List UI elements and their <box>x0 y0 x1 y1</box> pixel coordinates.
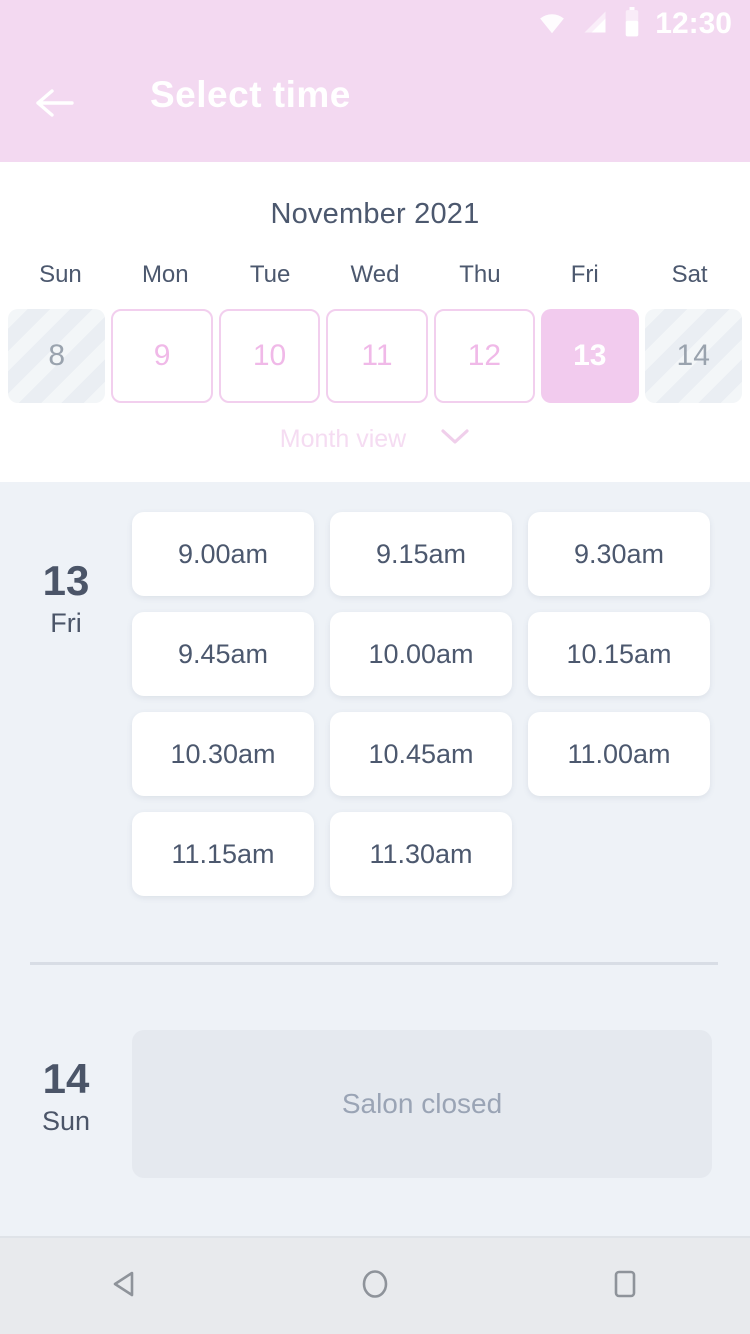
time-slot[interactable]: 9.00am <box>132 512 314 596</box>
day-section-13-number: 13 <box>42 557 90 604</box>
day-section-13-weekday: Fri <box>50 608 82 638</box>
month-view-toggle[interactable]: Month view <box>0 425 750 454</box>
battery-icon <box>623 6 641 42</box>
weekday-header-wed: Wed <box>350 261 400 288</box>
nav-recents-button[interactable] <box>570 1237 680 1334</box>
time-slot[interactable]: 10.15am <box>528 612 710 696</box>
time-slot[interactable]: 9.30am <box>528 512 710 596</box>
status-bar-clock: 12:30 <box>655 7 732 40</box>
weekday-header-thu: Thu <box>459 261 501 288</box>
time-slot-grid-13: 9.00am 9.15am 9.30am 9.45am 10.00am 10.1… <box>132 512 720 896</box>
time-slot[interactable]: 10.00am <box>330 612 512 696</box>
day-section-14: 14 Sun Salon closed <box>0 1030 750 1180</box>
calendar-day-12[interactable]: 12 <box>433 309 536 403</box>
weekday-header-sun: Sun <box>39 261 82 288</box>
time-slot[interactable]: 9.15am <box>330 512 512 596</box>
calendar-day-10[interactable]: 10 <box>218 309 321 403</box>
back-arrow-icon <box>32 85 76 126</box>
time-slot[interactable]: 9.45am <box>132 612 314 696</box>
calendar-day-row: 8 9 10 11 12 13 14 <box>0 309 750 403</box>
day-section-14-number: 14 <box>42 1055 90 1102</box>
chevron-down-icon <box>440 428 470 451</box>
nav-home-button[interactable] <box>320 1237 430 1334</box>
time-slot[interactable]: 11.30am <box>330 812 512 896</box>
day-section-13-label: 13 Fri <box>0 560 132 637</box>
page-title: Select time <box>150 74 351 115</box>
weekday-header-fri: Fri <box>570 261 599 288</box>
calendar-card: November 2021 Sun Mon Tue Wed Thu Fri Sa… <box>0 162 750 482</box>
day-section-13: 13 Fri 9.00am 9.15am 9.30am 9.45am 10.00… <box>0 512 750 932</box>
status-bar: 12:30 <box>0 0 750 48</box>
calendar-month-title: November 2021 <box>270 198 480 230</box>
weekday-header-row: Sun Mon Tue Wed Thu Fri Sat <box>0 261 750 289</box>
nav-back-button[interactable] <box>70 1237 180 1334</box>
calendar-day-14: 14 <box>644 309 742 403</box>
time-slot[interactable]: 10.30am <box>132 712 314 796</box>
time-slot[interactable]: 10.45am <box>330 712 512 796</box>
app-bar: Select time <box>0 48 750 162</box>
month-view-toggle-label: Month view <box>279 425 407 453</box>
back-triangle-icon <box>107 1266 143 1307</box>
calendar-day-11[interactable]: 11 <box>326 309 428 403</box>
weekday-header-sat: Sat <box>671 261 708 288</box>
home-circle-icon <box>357 1266 393 1307</box>
android-nav-bar <box>0 1236 750 1334</box>
calendar-day-8: 8 <box>8 309 106 403</box>
calendar-day-13[interactable]: 13 <box>541 309 639 403</box>
section-divider <box>30 962 718 965</box>
cellular-signal-icon <box>581 8 609 41</box>
weekday-header-mon: Mon <box>141 261 189 288</box>
wifi-icon <box>537 7 567 42</box>
salon-closed-card: Salon closed <box>132 1030 712 1178</box>
day-section-14-label: 14 Sun <box>0 1058 132 1135</box>
recents-square-icon <box>607 1266 643 1307</box>
time-slot[interactable]: 11.00am <box>528 712 710 796</box>
weekday-header-tue: Tue <box>249 261 291 288</box>
back-button[interactable] <box>24 76 84 134</box>
phone-screen: 12:30 Select time November 2021 Sun Mon … <box>0 0 750 1334</box>
time-slot[interactable]: 11.15am <box>132 812 314 896</box>
day-section-14-weekday: Sun <box>41 1106 91 1136</box>
calendar-day-9[interactable]: 9 <box>111 309 213 403</box>
